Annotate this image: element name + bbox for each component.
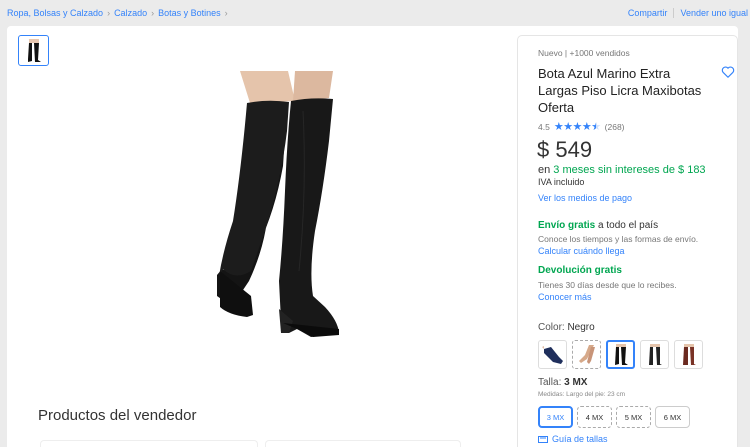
size-measure: Medidas: Largo del pie: 23 cm	[538, 391, 626, 398]
returns-desc: Tienes 30 días desde que lo recibes.	[538, 280, 677, 290]
main-product-image[interactable]	[203, 71, 343, 346]
size-value: 3 MX	[564, 377, 588, 388]
rating[interactable]: 4.5 ★★★★★★ (268)	[538, 120, 625, 133]
seller-product-card[interactable]	[265, 440, 461, 447]
size-options: 3 MX 4 MX 5 MX 6 MX	[538, 406, 690, 428]
breadcrumb-item-ropa[interactable]: Ropa, Bolsas y Calzado	[7, 8, 103, 18]
color-value: Negro	[567, 322, 595, 333]
top-bar: Ropa, Bolsas y Calzado › Calzado › Botas…	[0, 0, 750, 26]
shipping-title: Envío gratis a todo el país	[538, 220, 658, 231]
chevron-right-icon: ›	[224, 8, 228, 18]
swatch-brown[interactable]	[674, 340, 703, 369]
swatch-nude[interactable]	[572, 340, 601, 369]
payment-methods-link[interactable]: Ver los medios de pago	[538, 193, 632, 203]
rating-value: 4.5	[538, 121, 550, 132]
iva-note: IVA incluido	[538, 177, 585, 187]
swatch-navy[interactable]	[538, 340, 567, 369]
color-label: Color: Negro	[538, 322, 595, 333]
star-icon: ★★★★★★	[553, 121, 601, 133]
seller-products-heading: Productos del vendedor	[38, 407, 197, 424]
chevron-right-icon: ›	[151, 8, 155, 18]
shipping-desc: Conoce los tiempos y las formas de envío…	[538, 234, 699, 244]
price: $ 549	[537, 137, 593, 162]
swatch-black-2[interactable]	[640, 340, 669, 369]
size-guide-link[interactable]: Guía de tallas	[538, 434, 608, 444]
chevron-right-icon: ›	[107, 8, 111, 18]
breadcrumb: Ropa, Bolsas y Calzado › Calzado › Botas…	[7, 8, 232, 18]
installments: en 3 meses sin intereses de $ 183	[538, 164, 706, 176]
size-guide-label: Guía de tallas	[552, 434, 608, 444]
product-card: Productos del vendedor Nuevo | +1000 ven…	[7, 26, 738, 447]
breadcrumb-item-calzado[interactable]: Calzado	[114, 8, 147, 18]
size-option-4[interactable]: 4 MX	[577, 406, 612, 428]
size-option-5[interactable]: 5 MX	[616, 406, 651, 428]
size-label-text: Talla:	[538, 377, 565, 388]
sell-similar-link[interactable]: Vender uno igual	[680, 8, 748, 18]
color-label-text: Color:	[538, 322, 568, 333]
ruler-icon	[538, 435, 548, 443]
boot-thumbnail-image	[27, 38, 41, 62]
divider	[673, 8, 675, 18]
shipping-free: Envío gratis	[538, 220, 596, 231]
seller-product-card[interactable]	[40, 440, 258, 447]
shipping-calc-link[interactable]: Calcular cuándo llega	[538, 246, 625, 256]
product-title: Bota Azul Marino Extra Largas Piso Licra…	[538, 66, 702, 115]
installments-prefix: en	[538, 164, 554, 176]
top-links: Compartir Vender uno igual	[628, 8, 748, 18]
color-swatches	[538, 340, 703, 369]
breadcrumb-item-botas[interactable]: Botas y Botines	[158, 8, 221, 18]
seller-products-row	[40, 440, 510, 447]
size-option-6[interactable]: 6 MX	[655, 406, 690, 428]
share-link[interactable]: Compartir	[628, 8, 668, 18]
installments-highlight: 3 meses sin intereses de $ 183	[553, 164, 706, 176]
returns-link[interactable]: Conocer más	[538, 292, 592, 302]
buy-box: Nuevo | +1000 vendidos Bota Azul Marino …	[517, 35, 738, 447]
swatch-black[interactable]	[606, 340, 635, 369]
size-label: Talla: 3 MX	[538, 377, 587, 388]
heart-icon[interactable]	[721, 65, 735, 79]
shipping-rest: a todo el país	[595, 220, 659, 231]
returns-title: Devolución gratis	[538, 265, 622, 276]
rating-count: (268)	[604, 121, 625, 132]
gallery-thumbnail[interactable]	[18, 35, 49, 66]
size-option-3[interactable]: 3 MX	[538, 406, 573, 428]
condition-sold-count: Nuevo | +1000 vendidos	[538, 48, 630, 58]
